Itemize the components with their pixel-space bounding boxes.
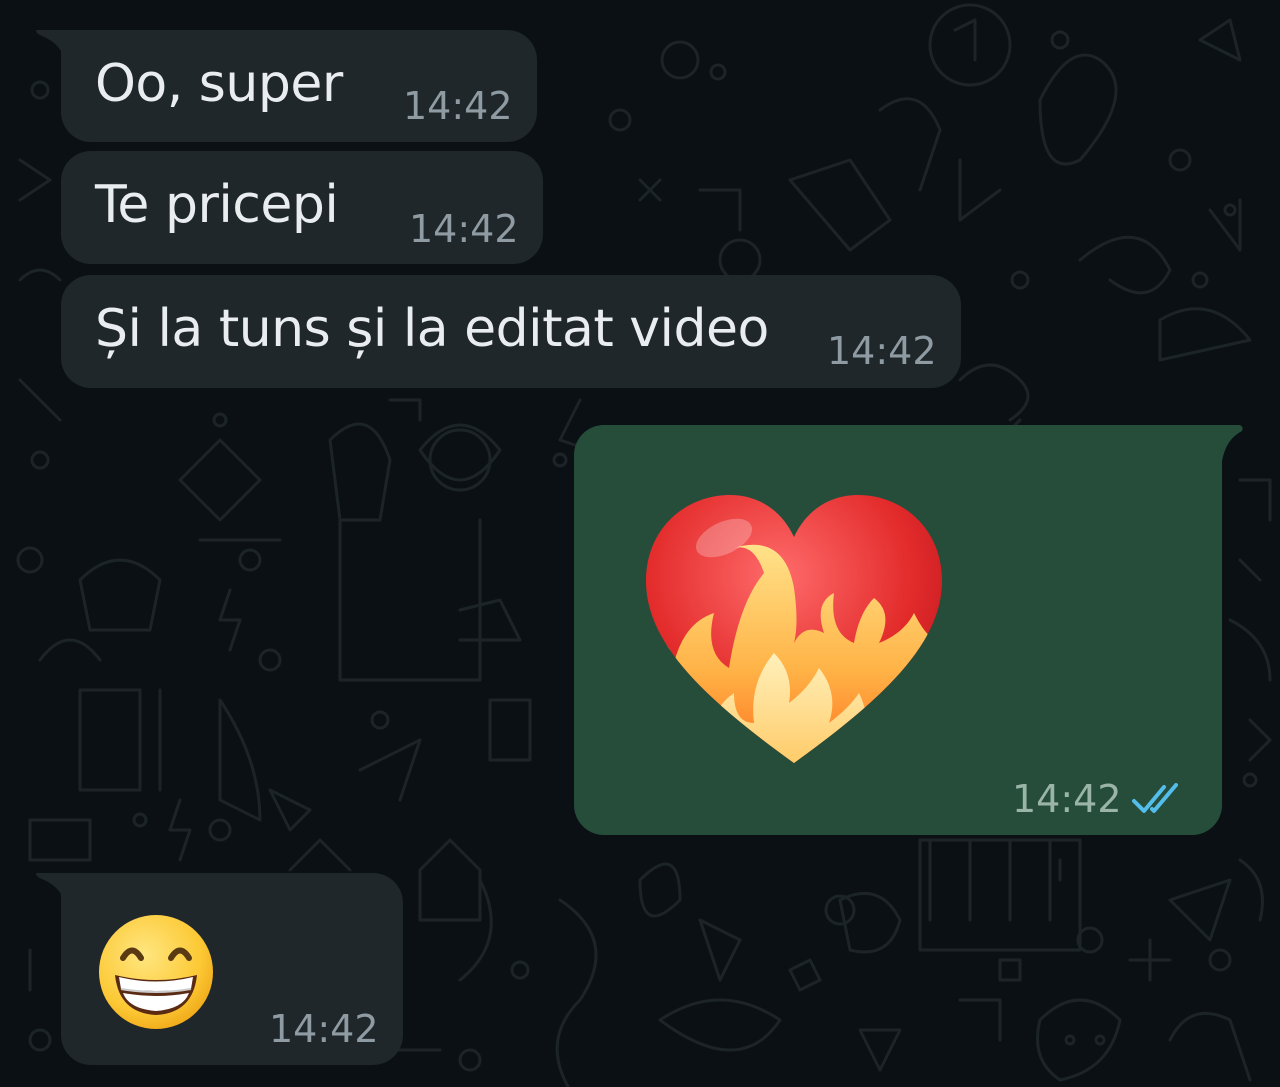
incoming-bubble-tail [36, 873, 66, 907]
outgoing-message-bubble[interactable]: 14:42 [574, 425, 1222, 835]
read-receipt-icon [1132, 783, 1178, 813]
incoming-message-bubble[interactable]: 14:42 [61, 873, 403, 1065]
incoming-message-bubble[interactable]: Și la tuns și la editat video 14:42 [61, 275, 961, 388]
message-text: Și la tuns și la editat video [95, 299, 769, 359]
message-text: Oo, super [95, 54, 343, 114]
message-timestamp: 14:42 [827, 329, 937, 373]
outgoing-bubble-tail [1214, 425, 1243, 461]
message-timestamp: 14:42 [403, 84, 513, 128]
heart-on-fire-emoji [646, 495, 942, 763]
message-timestamp: 14:42 [409, 207, 519, 251]
message-timestamp: 14:42 [1012, 777, 1122, 821]
message-timestamp: 14:42 [269, 1007, 379, 1051]
incoming-message-bubble[interactable]: Te pricepi 14:42 [61, 151, 543, 264]
grinning-face-emoji [99, 915, 213, 1029]
incoming-message-bubble[interactable]: Oo, super 14:42 [61, 30, 537, 142]
incoming-bubble-tail [36, 30, 66, 64]
message-text: Te pricepi [95, 175, 339, 235]
